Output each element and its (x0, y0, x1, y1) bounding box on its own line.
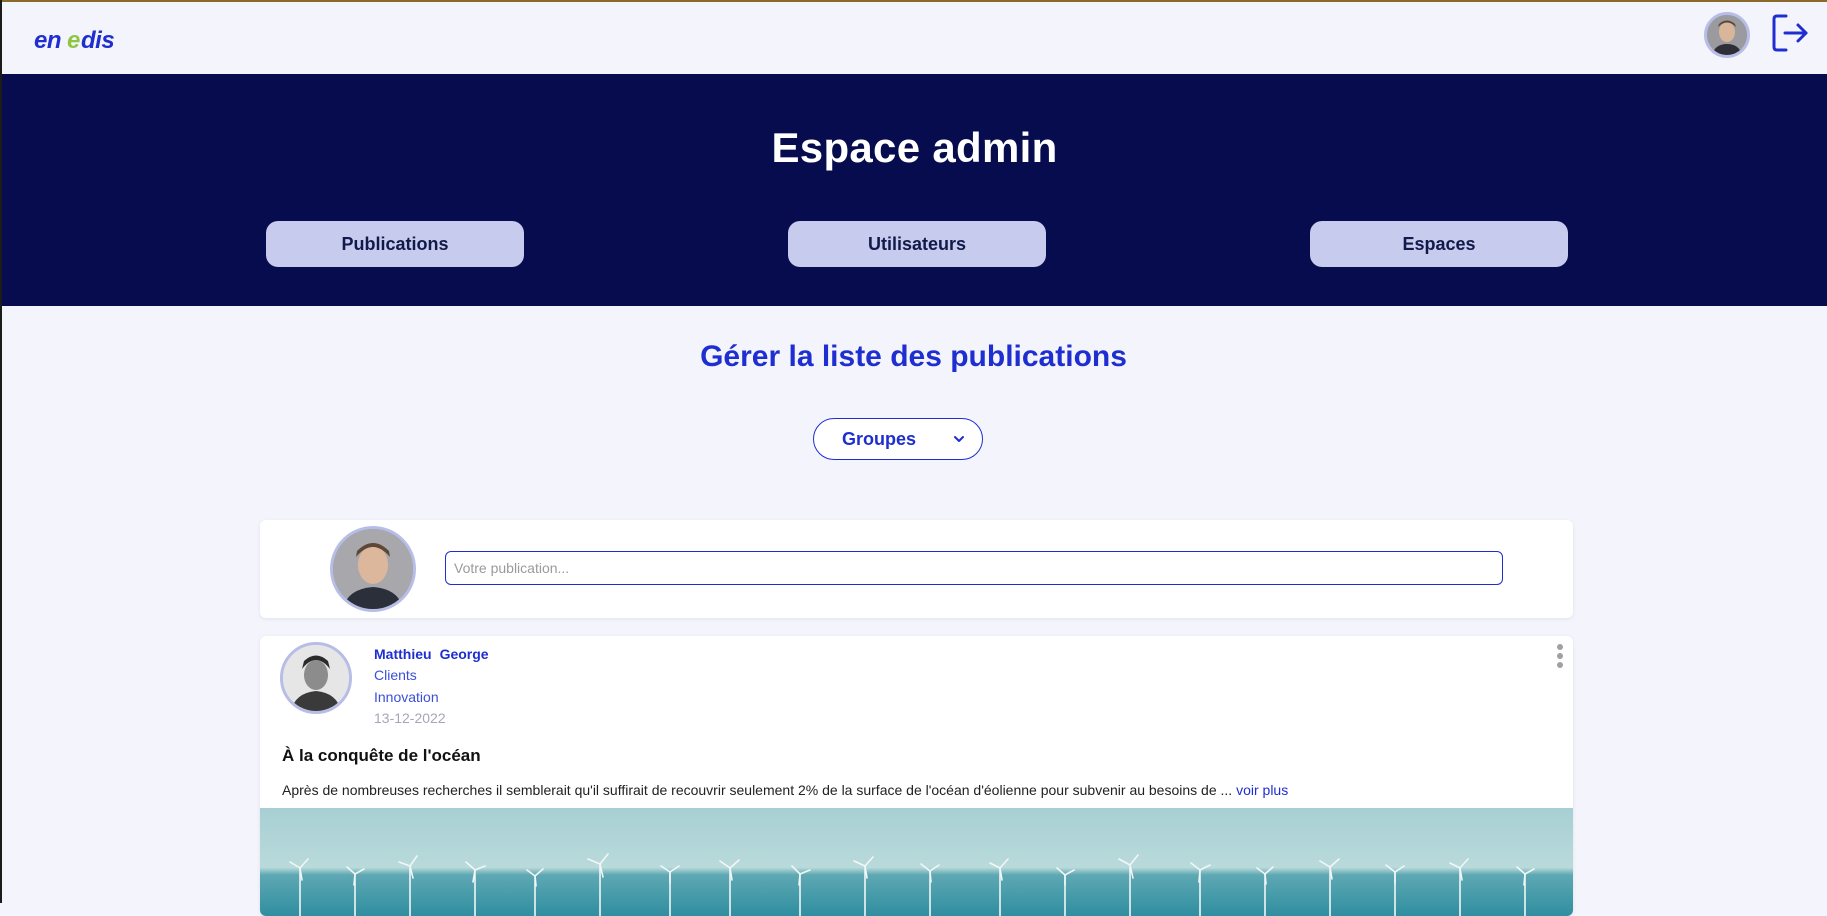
groups-dropdown[interactable]: Groupes (813, 418, 983, 460)
author-first-name: Matthieu (374, 646, 432, 662)
top-bar: en e dis (2, 2, 1827, 74)
post-space: Innovation (374, 689, 439, 705)
post-excerpt: Après de nombreuses recherches il semble… (282, 782, 1288, 798)
author-last-name: George (439, 646, 489, 662)
see-more-link[interactable]: voir plus (1236, 782, 1288, 798)
publication-composer (260, 520, 1573, 618)
user-avatar[interactable] (1704, 12, 1750, 58)
page-title: Espace admin (771, 124, 1058, 171)
svg-text:e: e (67, 27, 80, 54)
svg-text:en: en (34, 27, 61, 54)
admin-hero: Espace admin Publications Utilisateurs E… (2, 74, 1827, 306)
post-date: 13-12-2022 (374, 710, 446, 726)
post-group: Clients (374, 667, 417, 683)
enedis-logo[interactable]: en e dis (34, 26, 130, 54)
dropdown-selected-value: Groupes (841, 428, 916, 449)
post-author-name[interactable]: Matthieu George (374, 646, 497, 662)
post-excerpt-text: Après de nombreuses recherches il semble… (282, 782, 1233, 798)
logout-icon[interactable] (1770, 12, 1812, 54)
post-card: Matthieu George Clients Innovation 13-12-… (260, 636, 1573, 916)
post-author-avatar[interactable] (280, 642, 352, 714)
section-title: Gérer la liste des publications (700, 340, 1127, 373)
post-image[interactable] (260, 808, 1573, 916)
tab-utilisateurs[interactable]: Utilisateurs (788, 221, 1046, 267)
svg-text:dis: dis (81, 27, 114, 54)
more-options-icon[interactable] (1555, 644, 1565, 674)
tab-publications[interactable]: Publications (266, 221, 524, 267)
post-title: À la conquête de l'océan (282, 746, 481, 765)
chevron-down-icon (954, 436, 964, 442)
publication-input[interactable] (445, 551, 1503, 585)
composer-avatar (330, 526, 416, 612)
tab-espaces[interactable]: Espaces (1310, 221, 1568, 267)
user-portrait-icon (333, 529, 413, 609)
user-portrait-icon (1707, 15, 1747, 55)
author-portrait-icon (283, 645, 349, 711)
